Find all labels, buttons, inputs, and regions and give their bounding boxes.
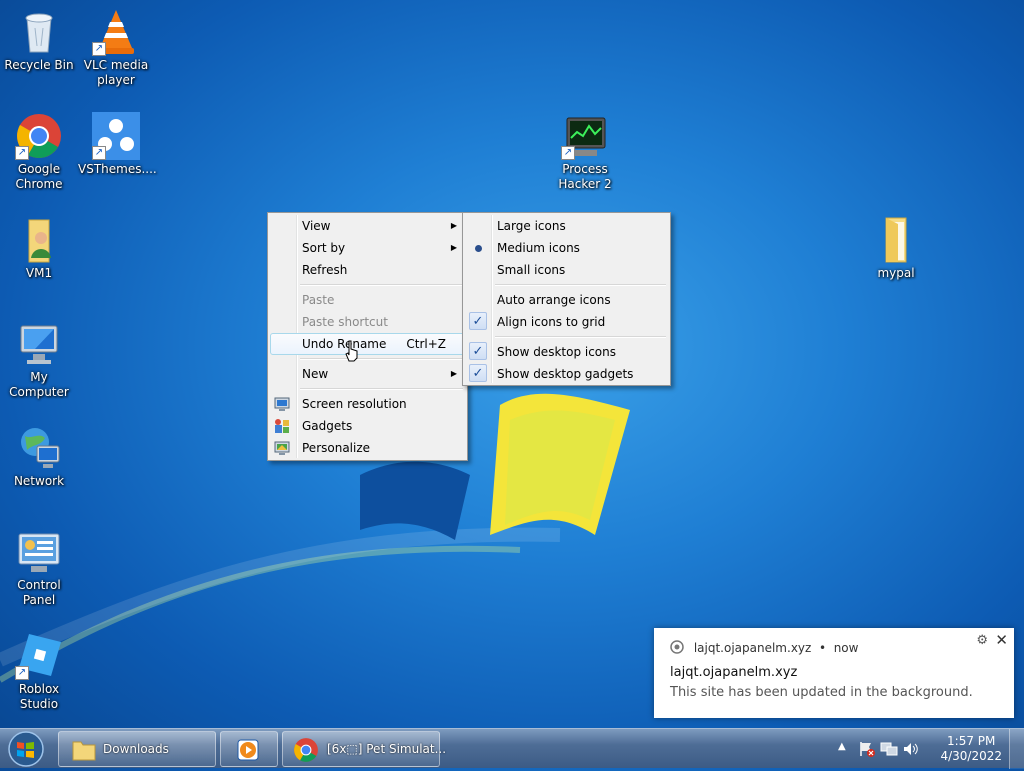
- menu-separator: [300, 358, 463, 360]
- view-submenu: Large icons Medium icons Small icons Aut…: [462, 212, 671, 386]
- menu-separator: [495, 336, 666, 338]
- desktop-context-menu: View ▶ Sort by ▶ Refresh Paste Paste short…: [267, 212, 468, 461]
- desktop-icon-vm1[interactable]: VM1: [1, 216, 77, 281]
- menu-item-show-desktop-icons[interactable]: ✓ Show desktop icons: [465, 341, 668, 363]
- menu-item-large-icons[interactable]: Large icons: [465, 215, 668, 237]
- notification-header: lajqt.ojapanelm.xyz • now: [670, 640, 858, 655]
- start-button[interactable]: [4, 730, 48, 768]
- folder-icon: [72, 741, 96, 761]
- menu-item-align-to-grid[interactable]: ✓ Align icons to grid: [465, 311, 668, 333]
- taskbar-button-media-player[interactable]: [220, 731, 278, 767]
- media-player-icon: [237, 739, 259, 761]
- folder-icon: [872, 216, 920, 264]
- menu-item-screen-resolution[interactable]: Screen resolution: [270, 393, 465, 415]
- notification-toast[interactable]: lajqt.ojapanelm.xyz • now ⚙ ✕ lajqt.ojap…: [654, 628, 1014, 718]
- selected-radio-icon: [475, 245, 482, 252]
- menu-item-small-icons[interactable]: Small icons: [465, 259, 668, 281]
- action-center-flag-icon[interactable]: [858, 740, 876, 758]
- show-desktop-button[interactable]: [1009, 729, 1024, 769]
- menu-separator: [495, 284, 666, 286]
- shortcut-arrow-icon: ↗: [92, 42, 106, 56]
- gadgets-icon: [275, 419, 289, 433]
- show-hidden-icons-icon[interactable]: ▲: [838, 741, 846, 752]
- menu-item-gadgets[interactable]: Gadgets: [270, 415, 465, 437]
- close-icon[interactable]: ✕: [995, 631, 1008, 649]
- menu-item-new[interactable]: New ▶: [270, 363, 465, 385]
- desktop-icon-process-hacker[interactable]: ↗ Process Hacker 2: [547, 112, 623, 192]
- control-panel-icon: [15, 528, 63, 576]
- roblox-studio-icon: ↗: [15, 632, 63, 680]
- desktop-icon-control-panel[interactable]: Control Panel: [1, 528, 77, 608]
- desktop-icon-roblox-studio[interactable]: ↗ Roblox Studio: [1, 632, 77, 712]
- submenu-arrow-icon: ▶: [450, 243, 457, 252]
- screen-resolution-icon: [274, 397, 290, 411]
- computer-icon: [15, 320, 63, 368]
- menu-item-medium-icons[interactable]: Medium icons: [465, 237, 668, 259]
- clock[interactable]: 1:57 PM 4/30/2022: [940, 734, 1002, 764]
- menu-item-view[interactable]: View ▶: [270, 215, 465, 237]
- volume-icon[interactable]: [902, 740, 920, 758]
- gear-icon[interactable]: ⚙: [976, 633, 988, 648]
- taskbar: Downloads [6x⬚] Pet Simulat... ▲ 1:57 PM…: [0, 728, 1024, 769]
- recycle-bin-icon: [15, 8, 63, 56]
- desktop-icon-network[interactable]: Network: [1, 424, 77, 489]
- desktop-icon-vlc[interactable]: ↗ VLC media player: [78, 8, 154, 88]
- chrome-icon: [294, 738, 318, 762]
- menu-item-sort-by[interactable]: Sort by ▶: [270, 237, 465, 259]
- shortcut-arrow-icon: ↗: [92, 146, 106, 160]
- submenu-arrow-icon: ▶: [450, 369, 457, 378]
- chrome-icon: [670, 640, 684, 654]
- menu-item-undo-rename[interactable]: Undo Rename Ctrl+Z: [270, 333, 465, 355]
- taskbar-button-chrome[interactable]: [6x⬚] Pet Simulat...: [282, 731, 446, 767]
- menu-item-paste[interactable]: Paste: [270, 289, 465, 311]
- network-icon: [15, 424, 63, 472]
- personalize-icon: [274, 441, 290, 455]
- menu-separator: [300, 284, 463, 286]
- process-hacker-icon: ↗: [561, 112, 609, 160]
- desktop-icon-google-chrome[interactable]: ↗ Google Chrome: [1, 112, 77, 192]
- vlc-icon: ↗: [92, 8, 140, 56]
- hand-cursor-icon: [345, 340, 358, 362]
- checkmark-icon: ✓: [469, 364, 487, 382]
- system-tray: ▲ 1:57 PM 4/30/2022: [834, 729, 1024, 769]
- menu-item-personalize[interactable]: Personalize: [270, 437, 465, 459]
- menu-item-refresh[interactable]: Refresh: [270, 259, 465, 281]
- menu-item-show-desktop-gadgets[interactable]: ✓ Show desktop gadgets: [465, 363, 668, 385]
- desktop[interactable]: Recycle Bin ↗ VLC media player ↗ Google …: [0, 0, 1024, 728]
- vsthemes-icon: ↗: [92, 112, 140, 160]
- network-status-icon[interactable]: [880, 740, 898, 758]
- shortcut-arrow-icon: ↗: [15, 666, 29, 680]
- checkmark-icon: ✓: [469, 342, 487, 360]
- desktop-icon-vsthemes[interactable]: ↗ VSThemes....: [78, 112, 157, 177]
- menu-item-auto-arrange[interactable]: Auto arrange icons: [465, 289, 668, 311]
- taskbar-button-downloads[interactable]: Downloads: [58, 731, 216, 767]
- shortcut-arrow-icon: ↗: [561, 146, 575, 160]
- menu-separator: [300, 388, 463, 390]
- desktop-icon-mypal[interactable]: mypal: [858, 216, 934, 281]
- desktop-icon-my-computer[interactable]: My Computer: [1, 320, 77, 400]
- checkmark-icon: ✓: [469, 312, 487, 330]
- shortcut-arrow-icon: ↗: [15, 146, 29, 160]
- chrome-icon: ↗: [15, 112, 63, 160]
- user-folder-icon: [15, 216, 63, 264]
- windows-start-orb-icon: [8, 731, 44, 767]
- menu-item-paste-shortcut[interactable]: Paste shortcut: [270, 311, 465, 333]
- desktop-icon-recycle-bin[interactable]: Recycle Bin: [1, 8, 77, 73]
- submenu-arrow-icon: ▶: [450, 221, 457, 230]
